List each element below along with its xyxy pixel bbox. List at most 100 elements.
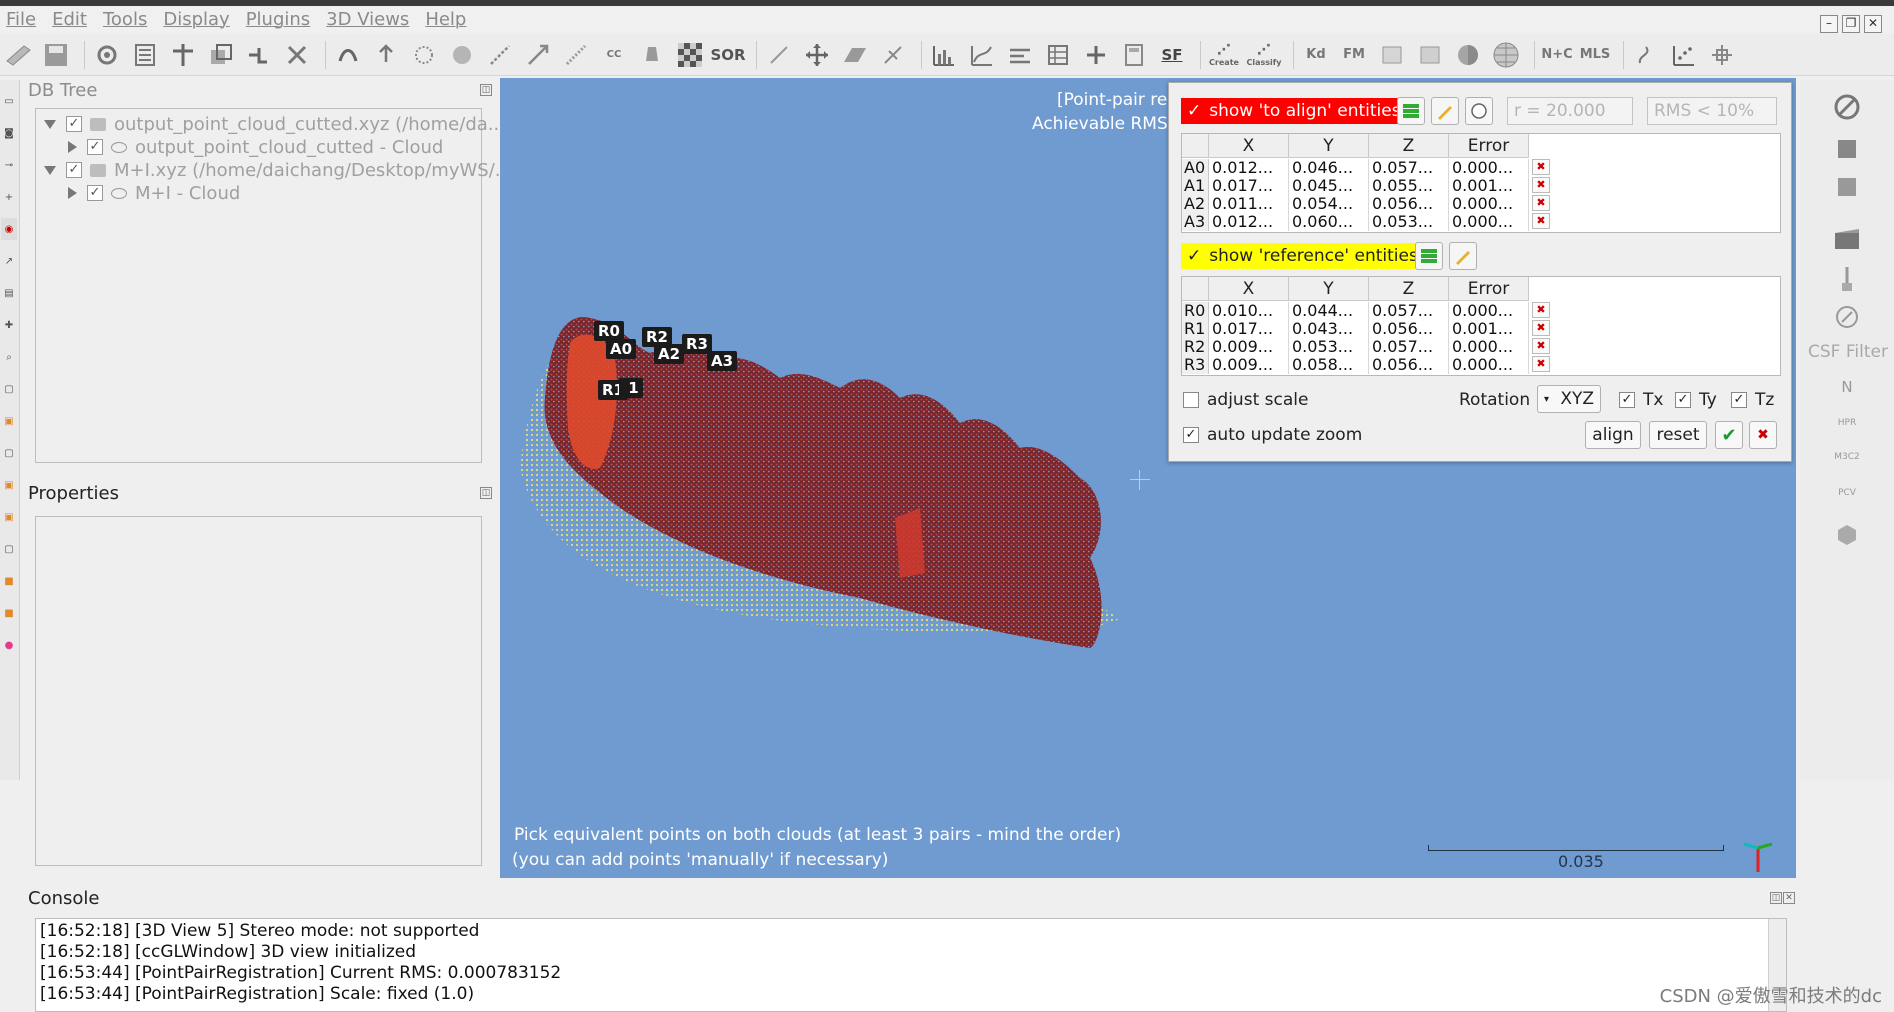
visibility-checkbox[interactable]: ✓: [66, 162, 82, 178]
orient-icon[interactable]: ⊸: [1, 154, 17, 176]
m3c2-icon[interactable]: M3C2: [1832, 444, 1862, 470]
translate-icon[interactable]: [167, 39, 199, 71]
view-top-icon[interactable]: ▣: [1, 410, 17, 432]
arrow-icon[interactable]: ↗: [1, 250, 17, 272]
scatter-icon[interactable]: [1668, 39, 1700, 71]
move-icon[interactable]: [801, 39, 833, 71]
curve-icon[interactable]: [966, 39, 998, 71]
point-label-a2[interactable]: A2: [654, 344, 685, 364]
sf-icon[interactable]: SF: [1156, 39, 1188, 71]
tree-item[interactable]: ✓ M+I.xyz (/home/daichang/Desktop/myWS/.…: [44, 159, 512, 181]
table-row[interactable]: A1 0.017... 0.045... 0.055... 0.001... ✖: [1182, 177, 1550, 195]
tx-checkbox[interactable]: ✓: [1619, 392, 1635, 408]
table-icon[interactable]: [1042, 39, 1074, 71]
tree-item[interactable]: ✓ output_point_cloud_cutted.xyz (/home/d…: [44, 113, 505, 135]
add-icon[interactable]: [1080, 39, 1112, 71]
reference-pencil-button[interactable]: [1449, 242, 1477, 270]
tree-item[interactable]: ✓ M+I - Cloud: [68, 182, 240, 204]
auto-update-zoom-checkbox[interactable]: ✓: [1183, 427, 1199, 443]
range-icon[interactable]: [1004, 39, 1036, 71]
cancel-button[interactable]: ✖: [1749, 421, 1777, 449]
show-reference-toggle[interactable]: ✓ show 'reference' entities: [1181, 243, 1424, 269]
align-button[interactable]: align: [1585, 421, 1641, 449]
cancel-circle-icon[interactable]: [1832, 94, 1862, 120]
tree-item[interactable]: ✓ output_point_cloud_cutted - Cloud: [68, 136, 443, 158]
close-window-button[interactable]: ✕: [1864, 15, 1882, 33]
visibility-checkbox[interactable]: ✓: [66, 116, 82, 132]
sample-icon[interactable]: [332, 39, 364, 71]
kd-tree-icon[interactable]: Kd: [1300, 39, 1332, 71]
radius-spinbox[interactable]: r = 20.000: [1507, 97, 1633, 125]
table-row[interactable]: R2 0.009... 0.053... 0.057... 0.000... ✖: [1182, 338, 1550, 356]
table-row[interactable]: R3 0.009... 0.058... 0.056... 0.000... ✖: [1182, 356, 1550, 374]
histogram-icon[interactable]: [928, 39, 960, 71]
point-label-a3[interactable]: A3: [707, 351, 738, 371]
menu-display[interactable]: Display: [163, 9, 229, 30]
menu-tools[interactable]: Tools: [103, 9, 147, 30]
remove-point-icon[interactable]: ✖: [1532, 302, 1550, 318]
float-icon[interactable]: ◫: [1770, 892, 1782, 904]
plane-icon[interactable]: [839, 39, 871, 71]
expand-arrow-icon[interactable]: [44, 119, 56, 129]
color-icon[interactable]: ●: [1, 634, 17, 656]
float-icon[interactable]: ◫: [480, 84, 492, 96]
table-row[interactable]: A2 0.011... 0.054... 0.056... 0.000... ✖: [1182, 195, 1550, 213]
view-left-icon[interactable]: ▣: [1, 474, 17, 496]
screen-icon[interactable]: ▭: [1, 90, 17, 112]
ty-option[interactable]: ✓ Ty: [1675, 390, 1717, 410]
merge-icon[interactable]: [243, 39, 275, 71]
close-icon[interactable]: ✕: [1783, 892, 1795, 904]
tx-option[interactable]: ✓ Tx: [1619, 390, 1663, 410]
point-label-a0[interactable]: A0: [606, 339, 637, 359]
point-label-a1[interactable]: 1: [619, 378, 643, 398]
delete-icon[interactable]: [281, 39, 313, 71]
restore-button[interactable]: ❐: [1842, 15, 1860, 33]
point-label-r0[interactable]: R0: [594, 321, 624, 341]
octree-icon[interactable]: [446, 39, 478, 71]
view-back-icon[interactable]: ▢: [1, 442, 17, 464]
layer-icon[interactable]: ▤: [1, 282, 17, 304]
remove-point-icon[interactable]: ✖: [1532, 195, 1550, 211]
calculator-icon[interactable]: [1118, 39, 1150, 71]
filter-icon[interactable]: [636, 39, 668, 71]
cross-icon[interactable]: +: [1, 186, 17, 208]
rms-spinbox[interactable]: RMS < 10%: [1647, 97, 1777, 125]
table-row[interactable]: R0 0.010... 0.044... 0.057... 0.000... ✖: [1182, 302, 1550, 320]
remove-point-icon[interactable]: ✖: [1532, 356, 1550, 372]
view-front-icon[interactable]: ▢: [1, 378, 17, 400]
ty-checkbox[interactable]: ✓: [1675, 392, 1691, 408]
mls-icon[interactable]: MLS: [1579, 39, 1611, 71]
table-row[interactable]: A3 0.012... 0.060... 0.053... 0.000... ✖: [1182, 213, 1550, 231]
remove-point-icon[interactable]: ✖: [1532, 338, 1550, 354]
align-layers-button[interactable]: [1397, 97, 1425, 125]
auto-update-zoom-option[interactable]: ✓ auto update zoom: [1183, 425, 1362, 445]
n-icon[interactable]: N: [1832, 374, 1862, 400]
sphere-toggle-button[interactable]: [1465, 97, 1493, 125]
pick-point-icon[interactable]: ◉: [1, 218, 17, 240]
normals-icon[interactable]: [370, 39, 402, 71]
remove-point-icon[interactable]: ✖: [1532, 159, 1550, 175]
menu-3d-views[interactable]: 3D Views: [326, 9, 409, 30]
remove-point-icon[interactable]: ✖: [1532, 213, 1550, 229]
globe-icon[interactable]: [1490, 39, 1522, 71]
front-cube-icon[interactable]: ■: [1, 570, 17, 592]
align-pencil-button[interactable]: [1431, 97, 1459, 125]
visibility-checkbox[interactable]: ✓: [87, 185, 103, 201]
animation-icon[interactable]: [1832, 226, 1862, 252]
expand-arrow-icon[interactable]: [68, 187, 77, 199]
menu-edit[interactable]: Edit: [52, 9, 87, 30]
pan-icon[interactable]: ✚: [1, 314, 17, 336]
csv-icon[interactable]: [1414, 39, 1446, 71]
hexagon-icon[interactable]: [1832, 522, 1862, 548]
adjust-scale-checkbox[interactable]: [1183, 392, 1199, 408]
menu-file[interactable]: File: [6, 9, 36, 30]
menu-plugins[interactable]: Plugins: [246, 9, 310, 30]
rotation-dropdown[interactable]: ▾ XYZ: [1537, 385, 1601, 413]
save-icon[interactable]: [40, 39, 72, 71]
back-cube-icon[interactable]: ■: [1, 602, 17, 624]
remove-point-icon[interactable]: ✖: [1532, 320, 1550, 336]
open-icon[interactable]: [2, 39, 34, 71]
minimize-button[interactable]: –: [1820, 15, 1838, 33]
pick-icon[interactable]: [763, 39, 795, 71]
zoom-icon[interactable]: ⌕: [1, 346, 17, 368]
